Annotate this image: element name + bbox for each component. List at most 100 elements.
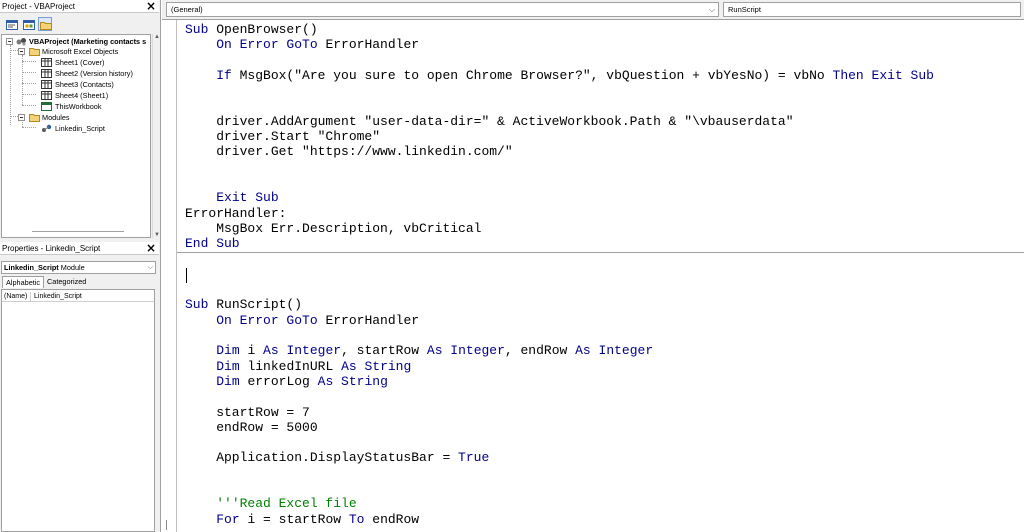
vba-project-icon xyxy=(16,38,26,46)
code-line[interactable]: For i = startRow To endRow xyxy=(185,512,419,528)
code-line[interactable]: Dim i As Integer, startRow As Integer, e… xyxy=(185,343,653,359)
chevron-down-icon[interactable]: ⌵ xyxy=(148,262,153,273)
code-line[interactable]: Application.DisplayStatusBar = True xyxy=(185,450,489,466)
code-margin[interactable] xyxy=(162,20,177,532)
code-combo-bar: (General) ⌵ RunScript xyxy=(162,0,1024,19)
tree-node-sheet1[interactable]: Sheet1 (Cover) xyxy=(2,57,150,68)
collapse-icon[interactable] xyxy=(18,114,25,121)
code-text: ErrorHandler xyxy=(325,37,420,53)
tab-categorized[interactable]: Categorized xyxy=(44,276,89,288)
collapse-icon[interactable] xyxy=(18,48,25,55)
view-code-icon xyxy=(6,20,18,30)
code-keyword: For xyxy=(216,511,248,527)
view-object-icon xyxy=(23,20,35,30)
code-line[interactable]: Dim errorLog As String xyxy=(185,374,388,390)
code-text: driver.Start "Chrome" xyxy=(185,129,381,145)
code-line[interactable]: MsgBox Err.Description, vbCritical xyxy=(185,221,481,237)
code-keyword: As Integer xyxy=(575,343,654,359)
code-line[interactable]: On Error GoTo ErrorHandler xyxy=(185,37,419,53)
property-value[interactable]: Linkedin_Script xyxy=(34,292,82,302)
properties-object-name: Linkedin_Script xyxy=(4,263,59,272)
collapse-icon[interactable] xyxy=(6,38,13,45)
tree-node-modules[interactable]: Modules xyxy=(2,112,150,123)
code-text: i xyxy=(247,343,264,359)
chevron-down-icon[interactable]: ⌵ xyxy=(709,3,715,16)
object-select-value: (General) xyxy=(171,5,203,14)
properties-title: Properties - Linkedin_Script xyxy=(2,244,101,253)
tree-label-thisworkbook: ThisWorkbook xyxy=(55,102,102,111)
code-text: ErrorHandler: xyxy=(185,205,287,221)
tree-node-excel-objects[interactable]: Microsoft Excel Objects xyxy=(2,46,150,57)
code-line[interactable]: driver.AddArgument "user-data-dir=" & Ac… xyxy=(185,113,794,130)
code-editor[interactable]: Sub OpenBrowser() On Error GoTo ErrorHan… xyxy=(162,19,1024,532)
code-text: driver.Get "https://www.linkedin.com/" xyxy=(185,144,513,160)
toggle-folders-button[interactable] xyxy=(38,17,52,31)
tree-label-sheet2: Sheet2 (Version history) xyxy=(55,69,133,78)
tree-node-thisworkbook[interactable]: ThisWorkbook xyxy=(2,101,150,112)
code-keyword: As Integer xyxy=(426,343,505,359)
tree-node-sheet2[interactable]: Sheet2 (Version history) xyxy=(2,68,150,79)
code-line[interactable]: '''Read Excel file xyxy=(185,496,356,512)
pane-splitter[interactable] xyxy=(32,231,124,234)
code-keyword: Exit Sub xyxy=(216,190,279,206)
tree-scrollbar[interactable]: ▲ ▼ xyxy=(152,34,160,238)
code-line[interactable]: driver.Get "https://www.linkedin.com/" xyxy=(185,144,513,160)
code-keyword: Then Exit Sub xyxy=(832,67,934,83)
code-line[interactable]: endRow = 5000 xyxy=(185,419,318,436)
procedure-select[interactable]: RunScript xyxy=(723,2,1021,17)
tree-node-linkedin-script[interactable]: Linkedin_Script xyxy=(2,123,150,134)
code-keyword: Dim xyxy=(216,373,248,389)
properties-object-type: Module xyxy=(60,263,85,272)
code-keyword: Sub xyxy=(185,297,217,313)
code-text: RunScript() xyxy=(216,297,303,313)
tree-label-sheet1: Sheet1 (Cover) xyxy=(55,58,105,67)
project-explorer-titlebar: Project - VBAProject × xyxy=(0,0,159,13)
view-object-button[interactable] xyxy=(21,17,35,31)
code-text: OpenBrowser() xyxy=(216,22,318,37)
scroll-down-icon[interactable]: ▼ xyxy=(154,232,160,238)
worksheet-icon xyxy=(41,80,52,89)
properties-object-select[interactable]: Linkedin_Script Module ⌵ xyxy=(1,261,156,274)
code-text: MsgBox Err.Description, vbCritical xyxy=(185,220,482,236)
code-line[interactable]: Sub RunScript() xyxy=(185,297,302,313)
code-text: MsgBox("Are you sure to open Chrome Brow… xyxy=(239,67,833,83)
tree-label-excel-objects: Microsoft Excel Objects xyxy=(42,47,119,56)
code-text: startRow = 7 xyxy=(185,404,310,420)
code-line[interactable]: ErrorHandler: xyxy=(185,206,286,222)
code-text: linkedInURL xyxy=(247,358,342,374)
object-select[interactable]: (General) ⌵ xyxy=(166,2,719,17)
procedure-select-value: RunScript xyxy=(728,5,761,14)
code-keyword: As String xyxy=(341,358,412,374)
code-line[interactable]: startRow = 7 xyxy=(185,405,310,421)
code-line[interactable]: Sub OpenBrowser() xyxy=(185,22,318,38)
code-line[interactable]: driver.Start "Chrome" xyxy=(185,129,380,145)
scroll-up-icon[interactable]: ▲ xyxy=(154,34,160,40)
code-line[interactable]: Dim linkedInURL As String xyxy=(185,359,411,375)
code-text: endRow = 5000 xyxy=(185,419,318,435)
worksheet-icon xyxy=(41,58,52,67)
code-text: driver.AddArgument "user-data-dir=" & Ac… xyxy=(185,113,794,129)
code-line[interactable]: End Sub xyxy=(185,236,240,252)
project-tree[interactable]: VBAProject (Marketing contacts s Microso… xyxy=(1,34,151,238)
property-row-name[interactable]: (Name) Linkedin_Script xyxy=(2,292,154,302)
properties-close-icon[interactable]: × xyxy=(146,242,156,255)
code-line[interactable]: On Error GoTo ErrorHandler xyxy=(185,313,419,329)
tree-node-sheet3[interactable]: Sheet3 (Contacts) xyxy=(2,79,150,90)
tree-label-sheet4: Sheet4 (Sheet1) xyxy=(55,91,109,100)
code-line[interactable]: Exit Sub xyxy=(185,190,279,206)
code-text: , endRow xyxy=(504,343,576,359)
tab-alphabetic[interactable]: Alphabetic xyxy=(2,276,45,288)
code-keyword: Dim xyxy=(216,358,248,374)
code-line[interactable]: If MsgBox("Are you sure to open Chrome B… xyxy=(185,68,934,84)
project-explorer-close-icon[interactable]: × xyxy=(146,0,156,13)
project-explorer-title: Project - VBAProject xyxy=(2,2,75,11)
code-keyword: End Sub xyxy=(185,236,240,252)
view-code-button[interactable] xyxy=(4,17,18,31)
tree-node-sheet4[interactable]: Sheet4 (Sheet1) xyxy=(2,90,150,101)
